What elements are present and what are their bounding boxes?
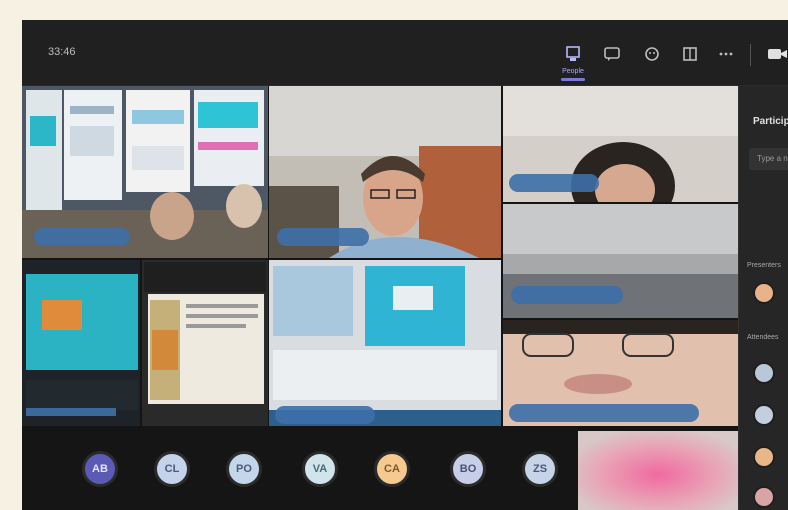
participant-name-bar (509, 174, 599, 192)
shared-screen-preview (269, 260, 501, 426)
shared-screen-preview (22, 260, 140, 426)
people-view-icon[interactable] (563, 44, 583, 64)
participant-avatar[interactable]: AB (82, 451, 118, 487)
participant-avatar[interactable]: CA (374, 451, 410, 487)
chat-icon[interactable] (602, 44, 622, 64)
participants-panel: Participants Type a name Presenters Atte… (738, 86, 788, 510)
participant-avatar[interactable]: VA (302, 451, 338, 487)
participant-tile[interactable] (503, 204, 738, 318)
participant-list-avatar[interactable] (753, 362, 775, 384)
participant-avatar[interactable]: BO (450, 451, 486, 487)
participant-tile[interactable] (503, 86, 738, 202)
people-view-label: People (562, 68, 584, 75)
participant-name-bar (275, 406, 375, 424)
participant-avatar[interactable]: ZS (522, 451, 558, 487)
participant-avatar-strip: AB CL PO VA CA BO ZS (22, 426, 578, 510)
panel-title: Participants (753, 116, 788, 127)
participant-name-bar (34, 228, 130, 246)
participant-name-bar (509, 404, 699, 422)
participant-tile[interactable] (269, 86, 501, 258)
self-video (578, 431, 738, 510)
teams-meeting-window: 33:46 People AB CL PO VA CA BO ZS Partic… (22, 20, 788, 510)
more-icon[interactable] (716, 44, 736, 64)
self-view-video[interactable] (578, 431, 738, 510)
participant-avatar[interactable]: CL (154, 451, 190, 487)
participant-tile[interactable] (503, 320, 738, 426)
rooms-icon[interactable] (680, 44, 700, 64)
participant-list-avatar[interactable] (753, 486, 775, 508)
participant-list-avatar[interactable] (753, 404, 775, 426)
participant-avatar[interactable]: PO (226, 451, 262, 487)
participant-tile[interactable] (22, 86, 268, 258)
meeting-toolbar: 33:46 People (22, 20, 788, 86)
toolbar-separator (750, 44, 751, 66)
video-grid: AB CL PO VA CA BO ZS (22, 86, 738, 510)
participant-search-input[interactable]: Type a name (749, 148, 788, 170)
meeting-timer: 33:46 (48, 46, 76, 58)
active-tab-indicator (561, 78, 585, 81)
participant-list-avatar[interactable] (753, 446, 775, 468)
participant-list-avatar[interactable] (753, 282, 775, 304)
shared-document-preview (142, 260, 268, 426)
reactions-icon[interactable] (642, 44, 662, 64)
participant-tile[interactable] (142, 260, 268, 426)
participant-name-bar (511, 286, 623, 304)
participant-tile[interactable] (269, 260, 501, 426)
participant-name-bar (277, 228, 369, 246)
participant-tile[interactable] (22, 260, 140, 426)
panel-section-presenters[interactable]: Presenters (747, 262, 781, 269)
camera-icon[interactable] (767, 46, 788, 62)
panel-section-attendees[interactable]: Attendees (747, 334, 779, 341)
